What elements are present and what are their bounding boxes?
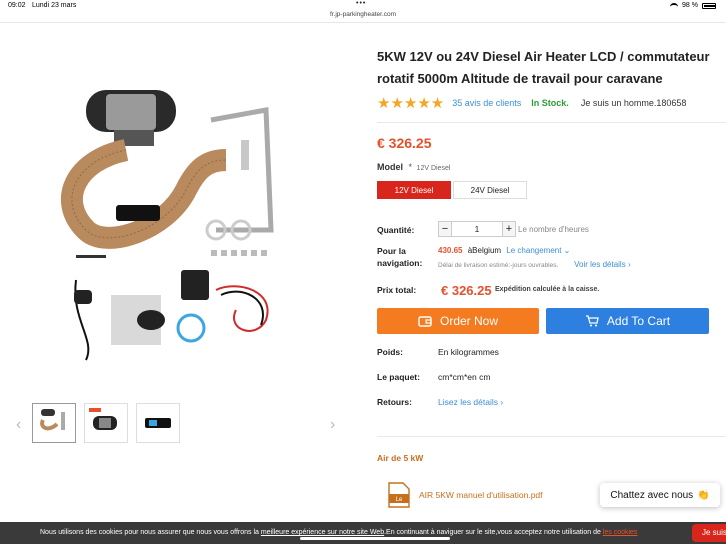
thumbnail-kit-image: [40, 409, 65, 431]
shipping-destination: àBelgium: [467, 246, 502, 255]
clap-emoji-icon: 👏: [697, 489, 710, 501]
thumbnail-strip: [32, 403, 180, 443]
chat-widget-button[interactable]: Chattez avec nous 👏: [600, 483, 720, 507]
cookie-policy-link[interactable]: les cookies: [603, 529, 638, 536]
add-to-cart-button[interactable]: Add To Cart: [546, 308, 709, 334]
quantity-hint: Le nombre d'heures: [518, 225, 589, 234]
thumbnail-3[interactable]: [136, 403, 180, 443]
battery-percent: 98 %: [682, 2, 698, 9]
stock-status: In Stock.: [531, 98, 569, 108]
manual-pdf-link[interactable]: AIR 5KW manuel d'utilisation.pdf: [419, 490, 543, 500]
thumbnail-1[interactable]: [32, 403, 76, 443]
shipping-estimate-row: Délai de livraison estimé:-jours ouvrabl…: [438, 260, 631, 269]
weight-value: En kilogrammes: [438, 347, 499, 357]
returns-details-link[interactable]: Lisez les détails ›: [438, 397, 503, 407]
product-sku-text: Je suis un homme.180658: [580, 98, 687, 108]
total-price: € 326.25: [441, 283, 492, 298]
rating-row: ★★★★★ 35 avis de clients In Stock. Je su…: [377, 94, 686, 112]
prev-image-chevron-icon[interactable]: ‹: [16, 416, 21, 434]
package-value: cm*cm*en cm: [438, 372, 491, 382]
product-title: 5KW 12V ou 24V Diesel Air Heater LCD / c…: [377, 49, 710, 86]
returns-label: Retours:: [377, 397, 412, 407]
model-label: Model * 12V Diesel: [377, 162, 451, 172]
product-main-image[interactable]: [36, 80, 316, 380]
star-rating-icon: ★★★★★: [377, 95, 445, 112]
weight-label: Poids:: [377, 347, 403, 357]
next-image-chevron-icon[interactable]: ›: [330, 416, 335, 434]
model-option-12v[interactable]: 12V Diesel: [377, 181, 451, 199]
quantity-minus-button[interactable]: −: [438, 221, 452, 237]
multitask-dots-icon[interactable]: •••: [356, 0, 366, 7]
shipping-amount: 430.65: [438, 246, 463, 255]
quantity-plus-button[interactable]: +: [502, 221, 516, 237]
home-indicator: [300, 537, 450, 540]
address-bar[interactable]: fr.jp-parkingheater.com: [0, 11, 726, 18]
model-selected-value: 12V Diesel: [416, 165, 451, 172]
status-indicators: 98 %: [670, 2, 716, 9]
thumbnail-heater-image: [89, 408, 117, 430]
quantity-stepper: − 1 +: [438, 221, 516, 237]
product-price: € 326.25: [377, 135, 432, 151]
wifi-icon: [670, 2, 679, 9]
chevron-down-icon: ⌄: [561, 246, 571, 255]
shipping-note: Expédition calculée à la caisse.: [495, 286, 600, 293]
cookie-text: Nous utilisons des cookies pour nous ass…: [40, 529, 638, 536]
thumbnail-controller-image: [145, 418, 171, 428]
model-option-24v[interactable]: 24V Diesel: [453, 181, 527, 199]
order-now-button[interactable]: Order Now: [377, 308, 539, 334]
change-destination-link[interactable]: Le changement ⌄: [506, 246, 570, 255]
thumbnail-2[interactable]: [84, 403, 128, 443]
package-label: Le paquet:: [377, 372, 420, 382]
pdf-icon-text: Le: [396, 497, 403, 503]
quantity-label: Quantité:: [377, 225, 415, 235]
docs-heading: Air de 5 kW: [377, 453, 424, 463]
status-date: Lundi 23 mars: [32, 2, 77, 9]
quantity-input[interactable]: 1: [452, 221, 502, 237]
wallet-icon: [418, 316, 432, 327]
cookie-banner: Nous utilisons des cookies pour nous ass…: [0, 522, 726, 544]
shipping-label: Pour la navigation:: [377, 246, 423, 268]
pdf-file-icon[interactable]: Le: [387, 482, 411, 508]
chevron-right-icon: ›: [625, 260, 631, 269]
total-label: Prix total:: [377, 285, 417, 295]
shipping-estimate: Délai de livraison estimé:-jours ouvrabl…: [438, 262, 559, 269]
reviews-link[interactable]: 35 avis de clients: [452, 98, 521, 108]
cart-icon: [585, 315, 599, 327]
battery-icon: [702, 2, 716, 9]
cookie-accept-button[interactable]: Je suis: [692, 524, 726, 542]
shipping-details-link[interactable]: Voir les détails ›: [574, 260, 630, 269]
status-time: 09:02: [8, 2, 26, 9]
chevron-right-icon: ›: [498, 397, 504, 407]
shipping-row: 430.65 àBelgium Le changement ⌄: [438, 246, 570, 255]
